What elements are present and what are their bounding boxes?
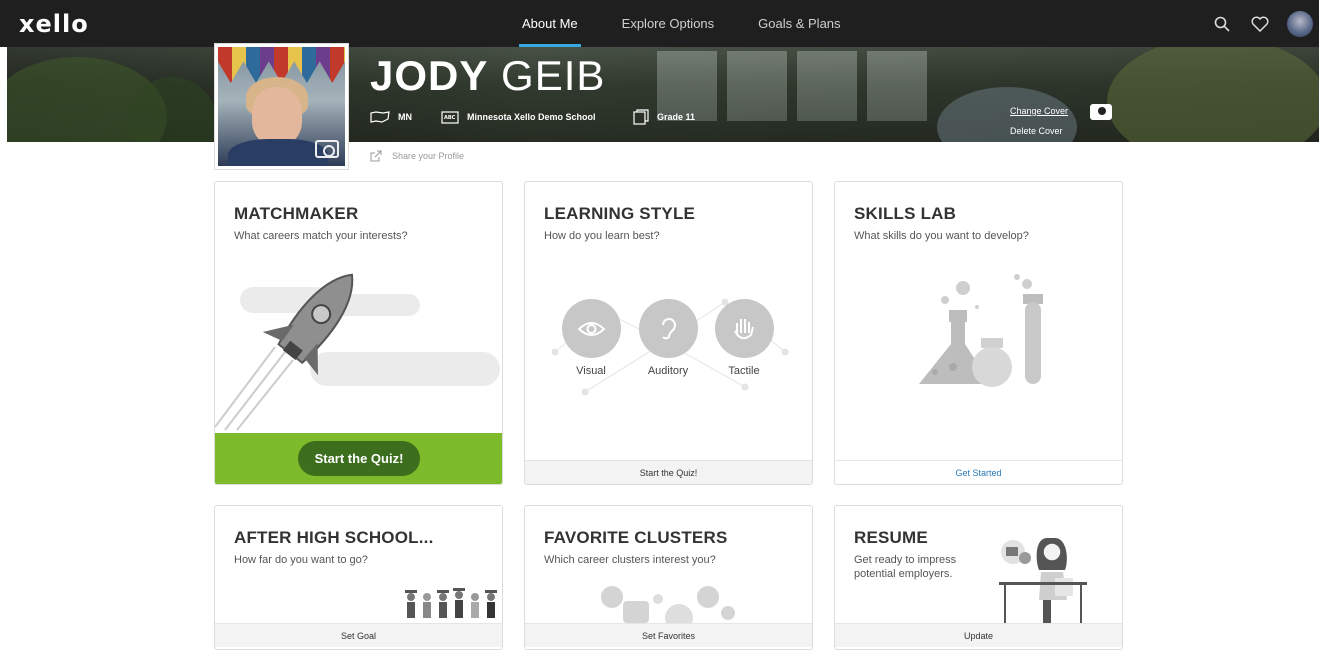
svg-text:ABC: ABC <box>444 115 456 121</box>
nav-icon-group <box>1211 0 1319 47</box>
card-title: MATCHMAKER <box>234 204 359 223</box>
delete-cover-link[interactable]: Delete Cover <box>1010 121 1068 141</box>
tab-about-me[interactable]: About Me <box>500 0 600 47</box>
card-subtitle: What skills do you want to develop? <box>854 230 1029 242</box>
update-resume-link[interactable]: Update <box>835 623 1122 647</box>
cluster-bubble <box>697 586 719 608</box>
avatar[interactable] <box>1287 10 1313 37</box>
profile-image <box>218 47 345 166</box>
card-subtitle-line1: Get ready to impress <box>854 554 957 566</box>
main-tabs: About Me Explore Options Goals & Plans <box>500 0 863 47</box>
state-label: MN <box>398 112 412 122</box>
top-navigation-bar: xello About Me Explore Options Goals & P… <box>0 0 1319 47</box>
state-meta: MN <box>370 108 412 126</box>
cover-camera-icon[interactable] <box>1090 104 1112 120</box>
lab-beakers-icon <box>919 274 1043 387</box>
set-goal-link[interactable]: Set Goal <box>215 623 502 647</box>
eye-icon <box>577 322 606 336</box>
card-subtitle: Which career clusters interest you? <box>544 554 716 566</box>
card-title: AFTER HIGH SCHOOL... <box>234 528 434 547</box>
school-meta: ABC Minnesota Xello Demo School <box>441 108 596 126</box>
map-icon <box>370 111 390 123</box>
resume-card[interactable]: RESUME Get ready to impress potential em… <box>834 505 1123 650</box>
rocket-icon <box>215 273 354 431</box>
learning-style-start-quiz[interactable]: Start the Quiz! <box>525 460 812 484</box>
photo-shirt <box>228 139 328 166</box>
resume-person-icon <box>999 538 1087 625</box>
card-subtitle: What careers match your interests? <box>234 230 408 242</box>
tab-explore-options[interactable]: Explore Options <box>600 0 737 47</box>
xello-logo[interactable]: xello <box>19 10 89 38</box>
card-title: LEARNING STYLE <box>544 204 696 223</box>
cluster-bubble <box>653 594 663 604</box>
chalkboard-icon: ABC <box>441 110 459 124</box>
auditory-style-circle <box>639 299 698 358</box>
search-icon[interactable] <box>1211 13 1233 35</box>
photo-face <box>252 87 302 145</box>
graduates-icon <box>405 588 497 618</box>
learning-style-card[interactable]: LEARNING STYLE How do you learn best? Vi… <box>524 181 813 485</box>
matchmaker-card[interactable]: MATCHMAKER What careers match your inter… <box>214 181 503 485</box>
card-subtitle: How do you learn best? <box>544 230 660 242</box>
quiz-band: Start the Quiz! <box>215 433 502 484</box>
share-profile-label: Share your Profile <box>392 151 465 161</box>
card-title: SKILLS LAB <box>854 204 957 223</box>
change-cover-link[interactable]: Change Cover <box>1010 101 1068 121</box>
card-subtitle: How far do you want to go? <box>234 554 368 566</box>
share-profile-link[interactable]: Share your Profile <box>370 150 464 162</box>
skills-lab-card[interactable]: SKILLS LAB What skills do you want to de… <box>834 181 1123 485</box>
last-name: GEIB <box>501 52 606 99</box>
tactile-style-circle <box>715 299 774 358</box>
grade-label: Grade 11 <box>657 112 696 122</box>
cluster-bubble <box>623 601 649 623</box>
first-name: JODY <box>370 52 489 99</box>
tactile-label: Tactile <box>728 365 760 377</box>
visual-label: Visual <box>576 365 606 377</box>
after-high-school-card[interactable]: AFTER HIGH SCHOOL... How far do you want… <box>214 505 503 650</box>
card-title: FAVORITE CLUSTERS <box>544 528 728 547</box>
cluster-bubble <box>601 586 623 608</box>
cover-banner <box>7 47 1319 142</box>
cover-options: Change Cover Delete Cover <box>1010 101 1068 141</box>
auditory-label: Auditory <box>647 365 689 377</box>
get-started-link[interactable]: Get Started <box>835 460 1122 484</box>
ear-icon <box>662 318 677 340</box>
tab-goals-plans[interactable]: Goals & Plans <box>736 0 862 47</box>
camera-icon[interactable] <box>315 140 339 158</box>
set-favorites-link[interactable]: Set Favorites <box>525 623 812 647</box>
school-label: Minnesota Xello Demo School <box>467 112 596 122</box>
profile-photo[interactable] <box>214 43 349 170</box>
card-title: RESUME <box>854 528 928 547</box>
hand-icon <box>734 319 754 340</box>
grade-book-icon <box>633 109 649 125</box>
share-icon <box>370 150 382 162</box>
card-subtitle-line2: potential employers. <box>854 568 953 580</box>
start-quiz-button[interactable]: Start the Quiz! <box>298 441 420 476</box>
grade-meta: Grade 11 <box>633 108 695 126</box>
visual-style-circle <box>562 299 621 358</box>
student-name: JODY GEIB <box>370 52 605 100</box>
favorite-clusters-card[interactable]: FAVORITE CLUSTERS Which career clusters … <box>524 505 813 650</box>
cluster-bubble <box>721 606 735 620</box>
heart-icon[interactable] <box>1249 13 1271 35</box>
